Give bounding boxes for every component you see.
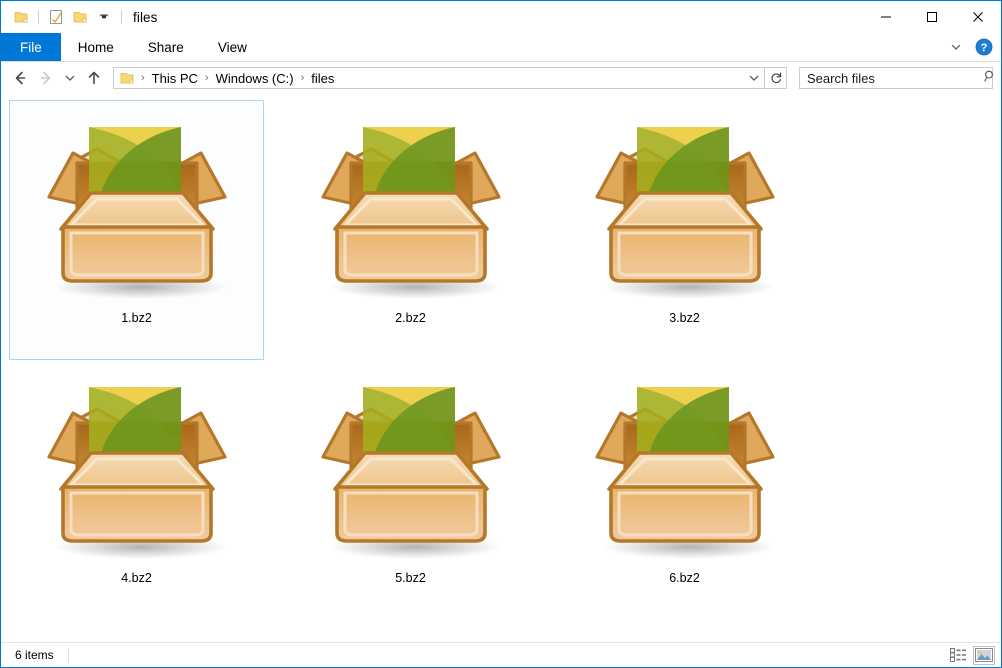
breadcrumb-item-this-pc[interactable]: This PC bbox=[149, 71, 201, 86]
file-item-6[interactable]: 6.bz2 bbox=[557, 360, 812, 620]
window-controls bbox=[863, 1, 1001, 33]
tab-home[interactable]: Home bbox=[61, 33, 131, 61]
file-item-3[interactable]: 3.bz2 bbox=[557, 100, 812, 360]
view-toggle-group bbox=[947, 645, 995, 665]
qat-separator-1 bbox=[38, 10, 39, 24]
breadcrumb-folder-icon[interactable] bbox=[118, 70, 137, 86]
search-box[interactable] bbox=[799, 67, 993, 89]
svg-text:?: ? bbox=[981, 42, 988, 54]
search-icon[interactable] bbox=[983, 69, 997, 88]
folder-icon[interactable] bbox=[9, 5, 33, 29]
tab-home-label: Home bbox=[77, 39, 114, 55]
expand-ribbon-chevron-icon[interactable] bbox=[945, 36, 967, 58]
status-bar: 6 items bbox=[1, 642, 1001, 667]
file-item-4[interactable]: 4.bz2 bbox=[9, 360, 264, 620]
file-item-label: 3.bz2 bbox=[669, 311, 700, 325]
file-item-1[interactable]: 1.bz2 bbox=[9, 100, 264, 360]
address-bar: › This PC › Windows (C:) › files bbox=[1, 62, 1001, 94]
file-item-5[interactable]: 5.bz2 bbox=[283, 360, 538, 620]
file-explorer-window: files File Home Share View ? › This PC ›… bbox=[0, 0, 1002, 668]
help-icon[interactable]: ? bbox=[973, 36, 995, 58]
breadcrumb-item-windows-c[interactable]: Windows (C:) bbox=[213, 71, 297, 86]
title-bar: files bbox=[1, 1, 1001, 33]
search-input[interactable] bbox=[807, 70, 983, 86]
tab-file[interactable]: File bbox=[1, 33, 61, 61]
recent-locations-chevron-icon[interactable] bbox=[59, 65, 81, 91]
ribbon-right-controls: ? bbox=[945, 33, 995, 61]
up-button[interactable] bbox=[81, 65, 107, 91]
qat-separator-2 bbox=[121, 10, 122, 24]
archive-box-icon bbox=[581, 109, 789, 305]
ribbon-tab-bar: File Home Share View ? bbox=[1, 33, 1001, 62]
breadcrumb[interactable]: › This PC › Windows (C:) › files bbox=[113, 67, 765, 89]
close-button[interactable] bbox=[955, 1, 1001, 33]
details-view-icon[interactable] bbox=[947, 646, 969, 665]
file-item-label: 2.bz2 bbox=[395, 311, 426, 325]
back-button[interactable] bbox=[7, 65, 33, 91]
file-list-view[interactable]: 1.bz2 2.bz2 3.bz2 4.bz2 5.bz2 6.bz2 bbox=[1, 94, 1001, 642]
breadcrumb-dropdown-chevron-icon[interactable] bbox=[744, 68, 764, 88]
tab-share[interactable]: Share bbox=[131, 33, 201, 61]
minimize-button[interactable] bbox=[863, 1, 909, 33]
tab-file-label: File bbox=[20, 39, 42, 55]
file-item-label: 6.bz2 bbox=[669, 571, 700, 585]
breadcrumb-separator-3[interactable]: › bbox=[297, 72, 309, 84]
breadcrumb-separator-1[interactable]: › bbox=[137, 72, 149, 84]
file-item-label: 5.bz2 bbox=[395, 571, 426, 585]
forward-button[interactable] bbox=[33, 65, 59, 91]
refresh-button[interactable] bbox=[765, 67, 787, 89]
file-item-label: 1.bz2 bbox=[121, 311, 152, 325]
archive-box-icon bbox=[581, 369, 789, 565]
archive-box-icon bbox=[33, 369, 241, 565]
tab-share-label: Share bbox=[147, 39, 184, 55]
archive-box-icon bbox=[307, 109, 515, 305]
item-count-label: 6 items bbox=[15, 648, 54, 662]
file-item-label: 4.bz2 bbox=[121, 571, 152, 585]
breadcrumb-separator-2[interactable]: › bbox=[201, 72, 213, 84]
properties-icon[interactable] bbox=[44, 5, 68, 29]
archive-box-icon bbox=[33, 109, 241, 305]
quick-access-toolbar: files bbox=[1, 1, 158, 33]
window-title: files bbox=[133, 9, 158, 25]
file-item-2[interactable]: 2.bz2 bbox=[283, 100, 538, 360]
breadcrumb-item-files[interactable]: files bbox=[308, 71, 337, 86]
tab-view[interactable]: View bbox=[201, 33, 264, 61]
maximize-button[interactable] bbox=[909, 1, 955, 33]
status-divider bbox=[67, 648, 69, 662]
archive-box-icon bbox=[307, 369, 515, 565]
file-grid: 1.bz2 2.bz2 3.bz2 4.bz2 5.bz2 6.bz2 bbox=[9, 100, 1001, 620]
new-folder-icon[interactable] bbox=[68, 5, 92, 29]
large-icons-view-icon[interactable] bbox=[973, 645, 995, 665]
chevron-down-icon[interactable] bbox=[92, 5, 116, 29]
tab-view-label: View bbox=[217, 39, 247, 55]
